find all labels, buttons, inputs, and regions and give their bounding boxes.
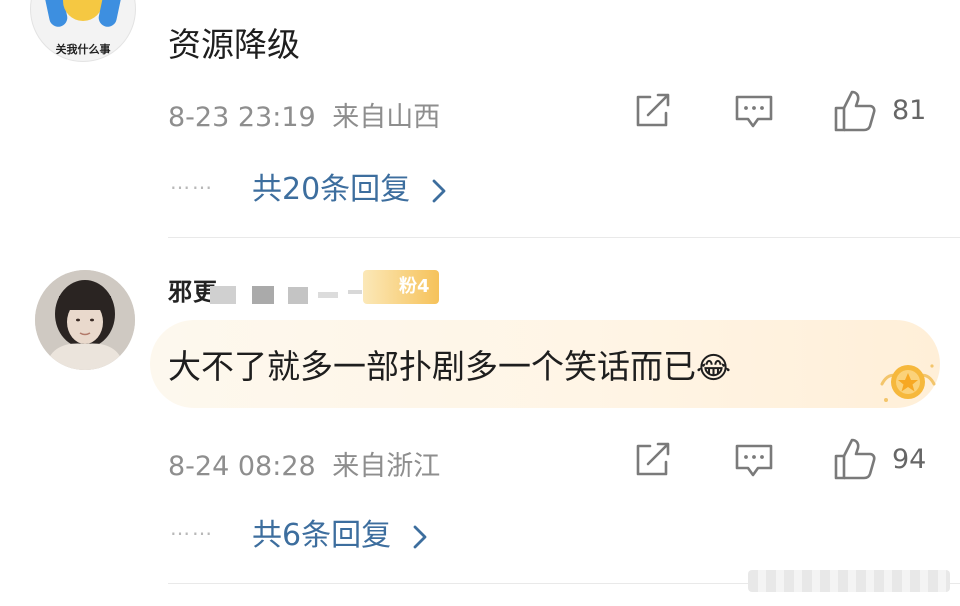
blurred-username [210, 286, 236, 304]
reply-count-label: 共6条回复 [252, 518, 392, 553]
chevron-right-icon [432, 179, 446, 203]
comment-location: 来自浙江 [332, 451, 441, 482]
avatar-caption: 关我什么事 [55, 43, 111, 56]
avatar[interactable] [35, 270, 135, 370]
comment-icon[interactable] [734, 443, 774, 479]
laughing-emoji-icon: 😂 [696, 351, 732, 386]
comment-location: 来自山西 [332, 102, 441, 133]
thumbs-up-icon[interactable] [833, 437, 877, 481]
comment-time: 8-24 08:28 [168, 451, 316, 482]
reply-dots: …… [170, 516, 214, 540]
comment-icon[interactable] [734, 94, 774, 130]
star-badge-icon [878, 356, 938, 406]
view-replies-link[interactable]: 共20条回复 [252, 164, 446, 208]
reply-count-label: 共20条回复 [252, 172, 411, 207]
blurred-username [318, 292, 338, 298]
share-icon[interactable] [634, 93, 672, 129]
like-count: 94 [892, 444, 927, 475]
blurred-username [348, 290, 362, 294]
divider [168, 237, 960, 238]
comment-meta: 8-24 08:28 来自浙江 [168, 444, 440, 483]
comment-text: 资源降级 [168, 25, 300, 64]
blurred-username [252, 286, 274, 304]
like-count: 81 [892, 95, 927, 126]
avatar[interactable]: 关我什么事 [30, 0, 136, 62]
fan-badge: 粉4 [363, 270, 439, 304]
thumbs-up-icon[interactable] [833, 89, 877, 133]
chevron-right-icon [413, 525, 427, 549]
avatar-hand [97, 0, 123, 29]
share-icon[interactable] [634, 442, 672, 478]
comment-time: 8-23 23:19 [168, 102, 316, 133]
avatar-face [63, 0, 103, 21]
view-replies-link[interactable]: 共6条回复 [252, 510, 427, 554]
comment-body: 大不了就多一部扑剧多一个笑话而已 [168, 347, 696, 386]
reply-dots: …… [170, 170, 214, 194]
comment-meta: 8-23 23:19 来自山西 [168, 95, 440, 134]
comment-text: 大不了就多一部扑剧多一个笑话而已😂 [168, 340, 731, 388]
blurred-username [288, 287, 308, 304]
watermark-bar [748, 570, 950, 592]
